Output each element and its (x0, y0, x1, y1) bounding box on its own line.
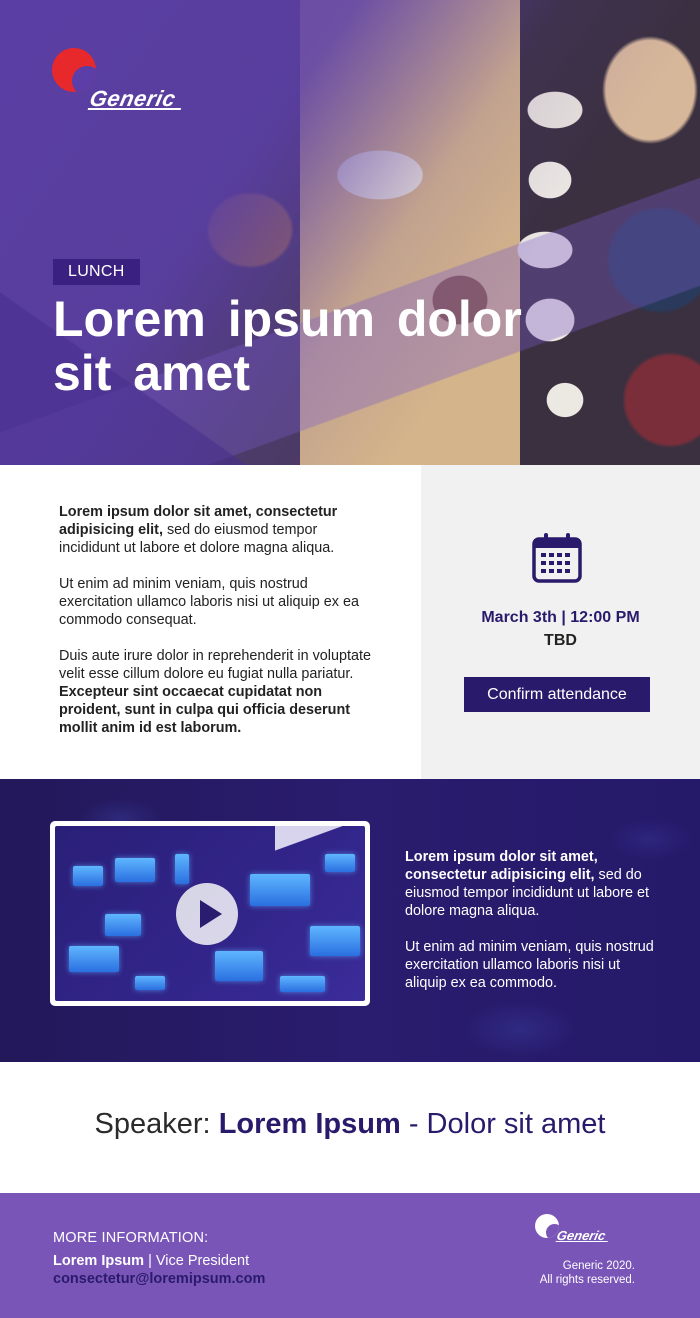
hero-title: Lorem ipsum dolor sit amet (53, 291, 522, 401)
video-player[interactable] (50, 821, 370, 1006)
contact-email-link[interactable]: consectetur@loremipsum.com (53, 1271, 265, 1287)
description-paragraph-1: Lorem ipsum dolor sit amet, consectetur … (59, 504, 338, 556)
video-description: Lorem ipsum dolor sit amet, consectetur … (405, 848, 655, 1010)
video-section: Lorem ipsum dolor sit amet, consectetur … (0, 779, 700, 1062)
calendar-icon (532, 533, 582, 583)
video-paragraph-2: Ut enim ad minim veniam, quis nostrud ex… (405, 939, 654, 991)
contact-person: Lorem Ipsum | Vice President (53, 1253, 250, 1269)
event-date-time: March 3th | 12:00 PM (481, 609, 640, 626)
description-paragraph-3: Duis aute irure dolor in reprehenderit i… (59, 648, 371, 736)
event-details-panel: March 3th | 12:00 PM TBD Confirm attenda… (421, 465, 700, 779)
speaker-line: Speaker: Lorem Ipsum - Dolor sit amet (0, 1062, 700, 1193)
brand-logo[interactable]: Generic (52, 48, 222, 111)
speaker-role: - Dolor sit amet (400, 1108, 606, 1140)
footer-logo[interactable]: Generic (535, 1214, 635, 1246)
speaker-prefix: Speaker: (94, 1108, 219, 1140)
logo-text: Generic (87, 86, 179, 111)
video-paragraph-1: Lorem ipsum dolor sit amet, consectetur … (405, 849, 649, 919)
event-location: TBD (544, 632, 577, 649)
more-info-label: MORE INFORMATION: (53, 1230, 209, 1246)
event-info: Lorem ipsum dolor sit amet, consectetur … (0, 465, 700, 779)
hero-banner: Generic LUNCH Lorem ipsum dolor sit amet (0, 0, 700, 465)
video-thumbnail (55, 826, 365, 1001)
footer: MORE INFORMATION: Lorem Ipsum | Vice Pre… (0, 1193, 700, 1318)
logo-mark-icon (52, 48, 96, 92)
speaker-name: Lorem Ipsum (218, 1108, 401, 1140)
description-paragraph-2: Ut enim ad minim veniam, quis nostrud ex… (59, 576, 359, 628)
copyright-text: Generic 2020. All rights reserved. (539, 1260, 635, 1286)
play-icon[interactable] (176, 883, 238, 945)
footer-logo-mark-icon (535, 1214, 559, 1238)
footer-logo-text: Generic (555, 1228, 608, 1243)
event-category-tag: LUNCH (53, 259, 140, 285)
confirm-attendance-button[interactable]: Confirm attendance (464, 677, 650, 712)
event-description: Lorem ipsum dolor sit amet, consectetur … (0, 465, 421, 779)
